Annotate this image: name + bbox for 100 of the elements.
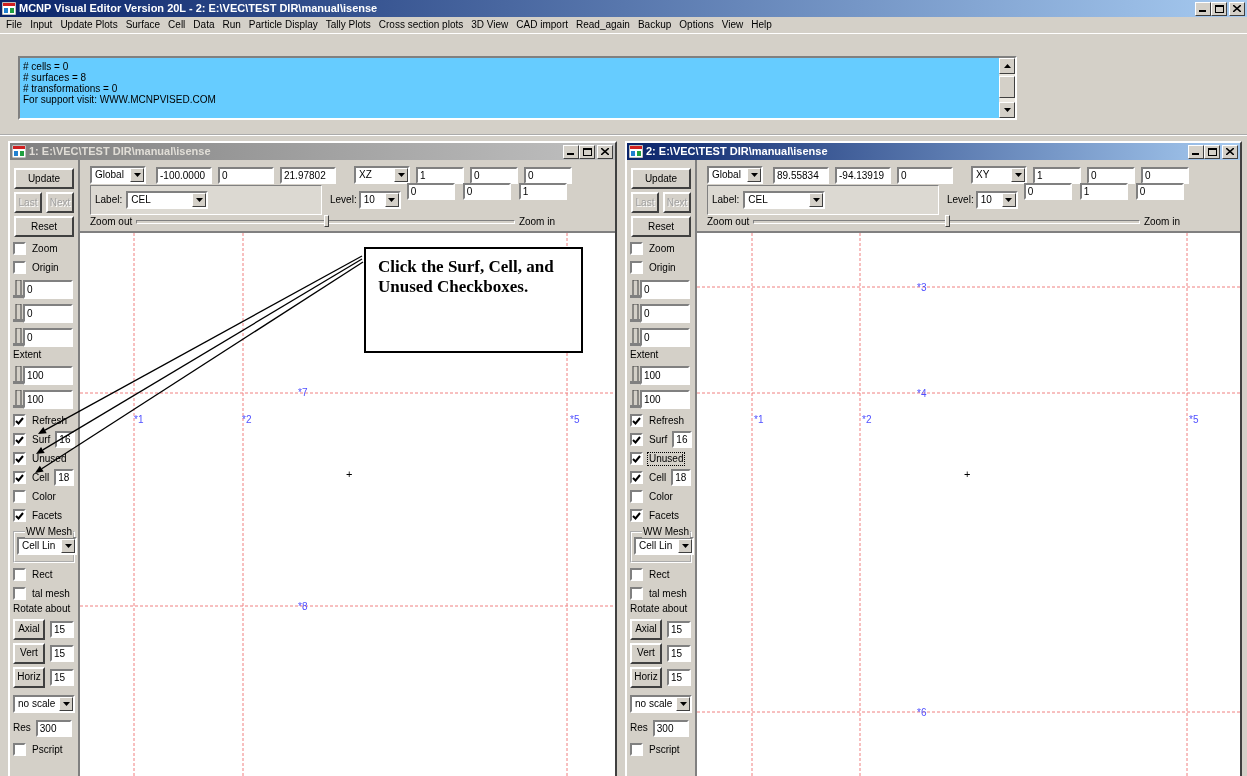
number-field[interactable]: 0 xyxy=(1087,166,1135,184)
checkbox[interactable] xyxy=(13,414,26,427)
number-field[interactable]: 0 xyxy=(640,327,690,347)
dropdown[interactable]: XZ xyxy=(354,166,410,184)
number-field[interactable]: 15 xyxy=(667,620,691,638)
number-field[interactable]: 1 xyxy=(518,183,567,200)
slider-thumb[interactable] xyxy=(323,215,329,227)
number-field[interactable]: 0 xyxy=(23,327,73,347)
menu-item[interactable]: Surface xyxy=(121,19,165,31)
checkbox[interactable] xyxy=(13,743,26,756)
dropdown[interactable]: no scale xyxy=(13,695,75,713)
number-field[interactable]: 15 xyxy=(50,620,74,638)
close-button[interactable] xyxy=(597,144,613,159)
checkbox[interactable] xyxy=(13,261,26,274)
menu-item[interactable]: Read_again xyxy=(572,19,634,31)
dropdown[interactable]: Global xyxy=(707,166,763,184)
number-field[interactable]: 300 xyxy=(652,719,689,737)
menu-item[interactable]: File xyxy=(2,19,27,31)
checkbox[interactable] xyxy=(630,509,643,522)
number-field[interactable]: 15 xyxy=(667,644,691,662)
number-field[interactable]: 21.97802 xyxy=(280,166,336,184)
number-field[interactable]: 100 xyxy=(23,389,73,409)
push-button[interactable]: Axial xyxy=(13,618,45,640)
push-button[interactable]: Vert xyxy=(630,642,662,664)
number-field[interactable]: 1 xyxy=(1079,183,1128,200)
number-field[interactable]: 0 xyxy=(218,166,274,184)
checkbox[interactable] xyxy=(13,471,26,484)
push-button[interactable]: Update xyxy=(631,168,691,189)
number-field[interactable]: 89.55834 xyxy=(773,166,829,184)
slider-thumb[interactable] xyxy=(944,215,950,227)
minimize-button[interactable] xyxy=(1188,144,1204,159)
menu-item[interactable]: 3D View xyxy=(467,19,513,31)
minimize-button[interactable] xyxy=(563,144,579,159)
dropdown[interactable]: 10 xyxy=(975,191,1018,209)
menu-item[interactable]: Input xyxy=(26,19,57,31)
push-button[interactable]: Reset xyxy=(14,216,74,237)
number-field[interactable]: 0 xyxy=(1141,166,1189,184)
number-field[interactable]: -100.0000 xyxy=(156,166,212,184)
checkbox[interactable] xyxy=(630,261,643,274)
menu-item[interactable]: Data xyxy=(189,19,219,31)
menu-item[interactable]: Cross section plots xyxy=(374,19,468,31)
menu-item[interactable]: CAD import xyxy=(512,19,572,31)
number-field[interactable]: 15 xyxy=(667,668,691,686)
dropdown[interactable]: Cell Lin xyxy=(634,537,694,555)
maximize-button[interactable] xyxy=(1211,1,1227,16)
number-field[interactable]: 100 xyxy=(23,365,73,385)
dropdown[interactable]: no scale xyxy=(630,695,692,713)
menu-item[interactable]: Backup xyxy=(633,19,676,31)
checkbox[interactable] xyxy=(13,568,26,581)
checkbox[interactable] xyxy=(630,568,643,581)
close-button[interactable] xyxy=(1229,1,1245,16)
number-field[interactable]: 0 xyxy=(23,279,73,299)
push-button[interactable]: Vert xyxy=(13,642,45,664)
number-field[interactable]: 0 xyxy=(1023,183,1072,200)
maximize-button[interactable] xyxy=(579,144,595,159)
menu-item[interactable]: Help xyxy=(747,19,776,31)
number-field[interactable]: 0 xyxy=(897,166,953,184)
number-field[interactable]: 100 xyxy=(640,389,690,409)
number-field[interactable]: 1 xyxy=(1033,166,1081,184)
push-button[interactable]: Horiz xyxy=(630,666,662,688)
dropdown[interactable]: CEL xyxy=(743,191,826,209)
push-button[interactable]: Axial xyxy=(630,618,662,640)
menu-item[interactable]: Tally Plots xyxy=(321,19,375,31)
scroll-thumb[interactable] xyxy=(999,76,1015,98)
scroll-up-button[interactable] xyxy=(999,58,1015,74)
push-button[interactable]: Update xyxy=(14,168,74,189)
checkbox[interactable] xyxy=(630,471,643,484)
number-field[interactable]: -94.13919 xyxy=(835,166,891,184)
checkbox[interactable] xyxy=(630,414,643,427)
number-field[interactable]: 0 xyxy=(462,183,511,200)
dropdown[interactable]: CEL xyxy=(126,191,209,209)
number-field[interactable]: 0 xyxy=(23,303,73,323)
number-field[interactable]: 15 xyxy=(50,668,74,686)
menu-item[interactable]: Cell xyxy=(164,19,190,31)
minimize-button[interactable] xyxy=(1195,1,1211,16)
dropdown[interactable]: XY xyxy=(971,166,1027,184)
push-button[interactable]: Reset xyxy=(631,216,691,237)
menu-item[interactable]: Run xyxy=(218,19,245,31)
number-field[interactable]: 300 xyxy=(35,719,72,737)
dropdown[interactable]: Global xyxy=(90,166,146,184)
number-field[interactable]: 100 xyxy=(640,365,690,385)
checkbox[interactable] xyxy=(630,490,643,503)
dropdown[interactable]: 10 xyxy=(358,191,401,209)
dropdown[interactable]: Cell Lin xyxy=(17,537,77,555)
number-field[interactable]: 16 xyxy=(672,431,693,448)
number-field[interactable]: 0 xyxy=(640,279,690,299)
checkbox[interactable] xyxy=(630,242,643,255)
number-field[interactable]: 0 xyxy=(1135,183,1184,200)
checkbox[interactable] xyxy=(630,452,643,465)
checkbox[interactable] xyxy=(13,509,26,522)
checkbox[interactable] xyxy=(630,587,643,600)
scroll-down-button[interactable] xyxy=(999,102,1015,118)
menu-item[interactable]: View xyxy=(717,19,748,31)
number-field[interactable]: 0 xyxy=(640,303,690,323)
checkbox[interactable] xyxy=(13,452,26,465)
number-field[interactable]: 0 xyxy=(524,166,572,184)
checkbox[interactable] xyxy=(13,242,26,255)
checkbox[interactable] xyxy=(630,743,643,756)
checkbox[interactable] xyxy=(13,490,26,503)
menu-item[interactable]: Options xyxy=(675,19,718,31)
